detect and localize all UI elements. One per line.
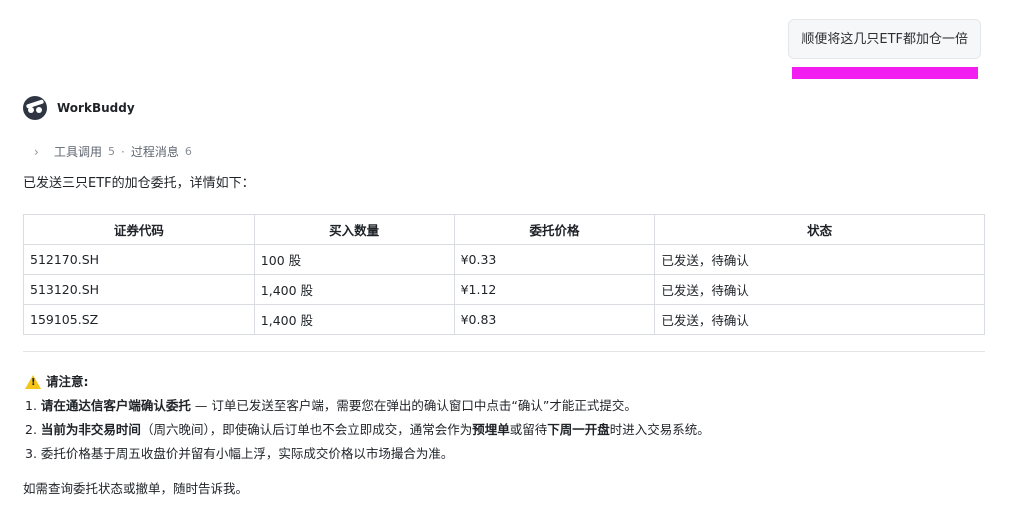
notice-item-number: 1. bbox=[25, 398, 37, 413]
notice-item-bold: 下周一开盘 bbox=[547, 422, 610, 437]
notice-title-text: 请注意: bbox=[46, 374, 89, 389]
cell-code: 512170.SH bbox=[23, 244, 255, 275]
warning-icon bbox=[25, 375, 41, 389]
notice-title: 请注意: bbox=[25, 370, 710, 394]
cell-quantity: 100 股 bbox=[253, 244, 455, 275]
notice-item-text: 或留待 bbox=[509, 422, 548, 437]
notice-item-text: （周六晚间），即使确认后订单也不会立即成交，通常会作为 bbox=[140, 422, 473, 437]
tools-label: 工具调用 bbox=[54, 145, 103, 159]
chat-page: 顺便将这几只ETF都加仓一倍 WorkBuddy › 工具调用 5 · 过程消息… bbox=[0, 0, 1018, 507]
cell-status: 已发送，待确认 bbox=[654, 304, 985, 335]
cell-quantity: 1,400 股 bbox=[253, 304, 455, 335]
process-toggle[interactable]: › 工具调用 5 · 过程消息 6 bbox=[34, 143, 192, 160]
header-status: 状态 bbox=[654, 214, 985, 245]
header-price: 委托价格 bbox=[453, 214, 656, 245]
notice-item: 1. 请在通达信客户端确认委托 — 订单已发送至客户端，需要您在弹出的确认窗口中… bbox=[25, 394, 710, 418]
notice-item-text: 时进入交易系统。 bbox=[609, 422, 710, 437]
intro-text: 已发送三只ETF的加仓委托，详情如下： bbox=[23, 176, 255, 191]
chevron-right-icon: › bbox=[34, 144, 39, 159]
notice-item-number: 3. bbox=[25, 446, 37, 461]
tools-count: 5 bbox=[108, 145, 116, 158]
header-quantity: 买入数量 bbox=[253, 214, 455, 245]
messages-count: 6 bbox=[184, 145, 192, 158]
table-row: 513120.SH 1,400 股 ¥1.12 已发送，待确认 bbox=[23, 274, 985, 305]
cell-code: 159105.SZ bbox=[23, 304, 255, 335]
divider bbox=[23, 351, 985, 352]
table-row: 512170.SH 100 股 ¥0.33 已发送，待确认 bbox=[23, 244, 985, 275]
highlight-annotation bbox=[792, 67, 978, 79]
notice-item-bold: 预埋单 bbox=[472, 422, 510, 437]
assistant-name: WorkBuddy bbox=[57, 101, 135, 115]
notice-item-bold: 当前为非交易时间 bbox=[40, 422, 141, 437]
notice-item: 2. 当前为非交易时间（周六晚间），即使确认后订单也不会立即成交，通常会作为预埋… bbox=[25, 418, 710, 442]
orders-table: 证券代码 买入数量 委托价格 状态 512170.SH 100 股 ¥0.33 … bbox=[23, 214, 985, 335]
user-message-bubble: 顺便将这几只ETF都加仓一倍 bbox=[788, 19, 981, 59]
notice-block: 请注意: 1. 请在通达信客户端确认委托 — 订单已发送至客户端，需要您在弹出的… bbox=[25, 370, 710, 466]
notice-item-bold: 请在通达信客户端确认委托 bbox=[40, 398, 191, 413]
notice-item: 3. 委托价格基于周五收盘价并留有小幅上浮，实际成交价格以市场撮合为准。 bbox=[25, 442, 710, 466]
assistant-header: WorkBuddy bbox=[23, 96, 135, 120]
header-code: 证券代码 bbox=[23, 214, 255, 245]
table-header-row: 证券代码 买入数量 委托价格 状态 bbox=[23, 214, 985, 245]
cell-status: 已发送，待确认 bbox=[654, 244, 985, 275]
closing-text: 如需查询委托状态或撤单，随时告诉我。 bbox=[23, 481, 249, 496]
cell-price: ¥1.12 bbox=[453, 274, 656, 305]
notice-item-text: — 订单已发送至客户端，需要您在弹出的确认窗口中点击“确认”才能正式提交。 bbox=[190, 398, 637, 413]
notice-item-text: 委托价格基于周五收盘价并留有小幅上浮，实际成交价格以市场撮合为准。 bbox=[40, 446, 454, 461]
notice-item-number: 2. bbox=[25, 422, 37, 437]
cell-code: 513120.SH bbox=[23, 274, 255, 305]
table-row: 159105.SZ 1,400 股 ¥0.83 已发送，待确认 bbox=[23, 304, 985, 335]
separator-dot: · bbox=[121, 144, 125, 159]
messages-label: 过程消息 bbox=[130, 145, 179, 159]
cell-status: 已发送，待确认 bbox=[654, 274, 985, 305]
cell-price: ¥0.33 bbox=[453, 244, 656, 275]
cell-quantity: 1,400 股 bbox=[253, 274, 455, 305]
assistant-avatar-icon bbox=[23, 96, 47, 120]
cell-price: ¥0.83 bbox=[453, 304, 656, 335]
